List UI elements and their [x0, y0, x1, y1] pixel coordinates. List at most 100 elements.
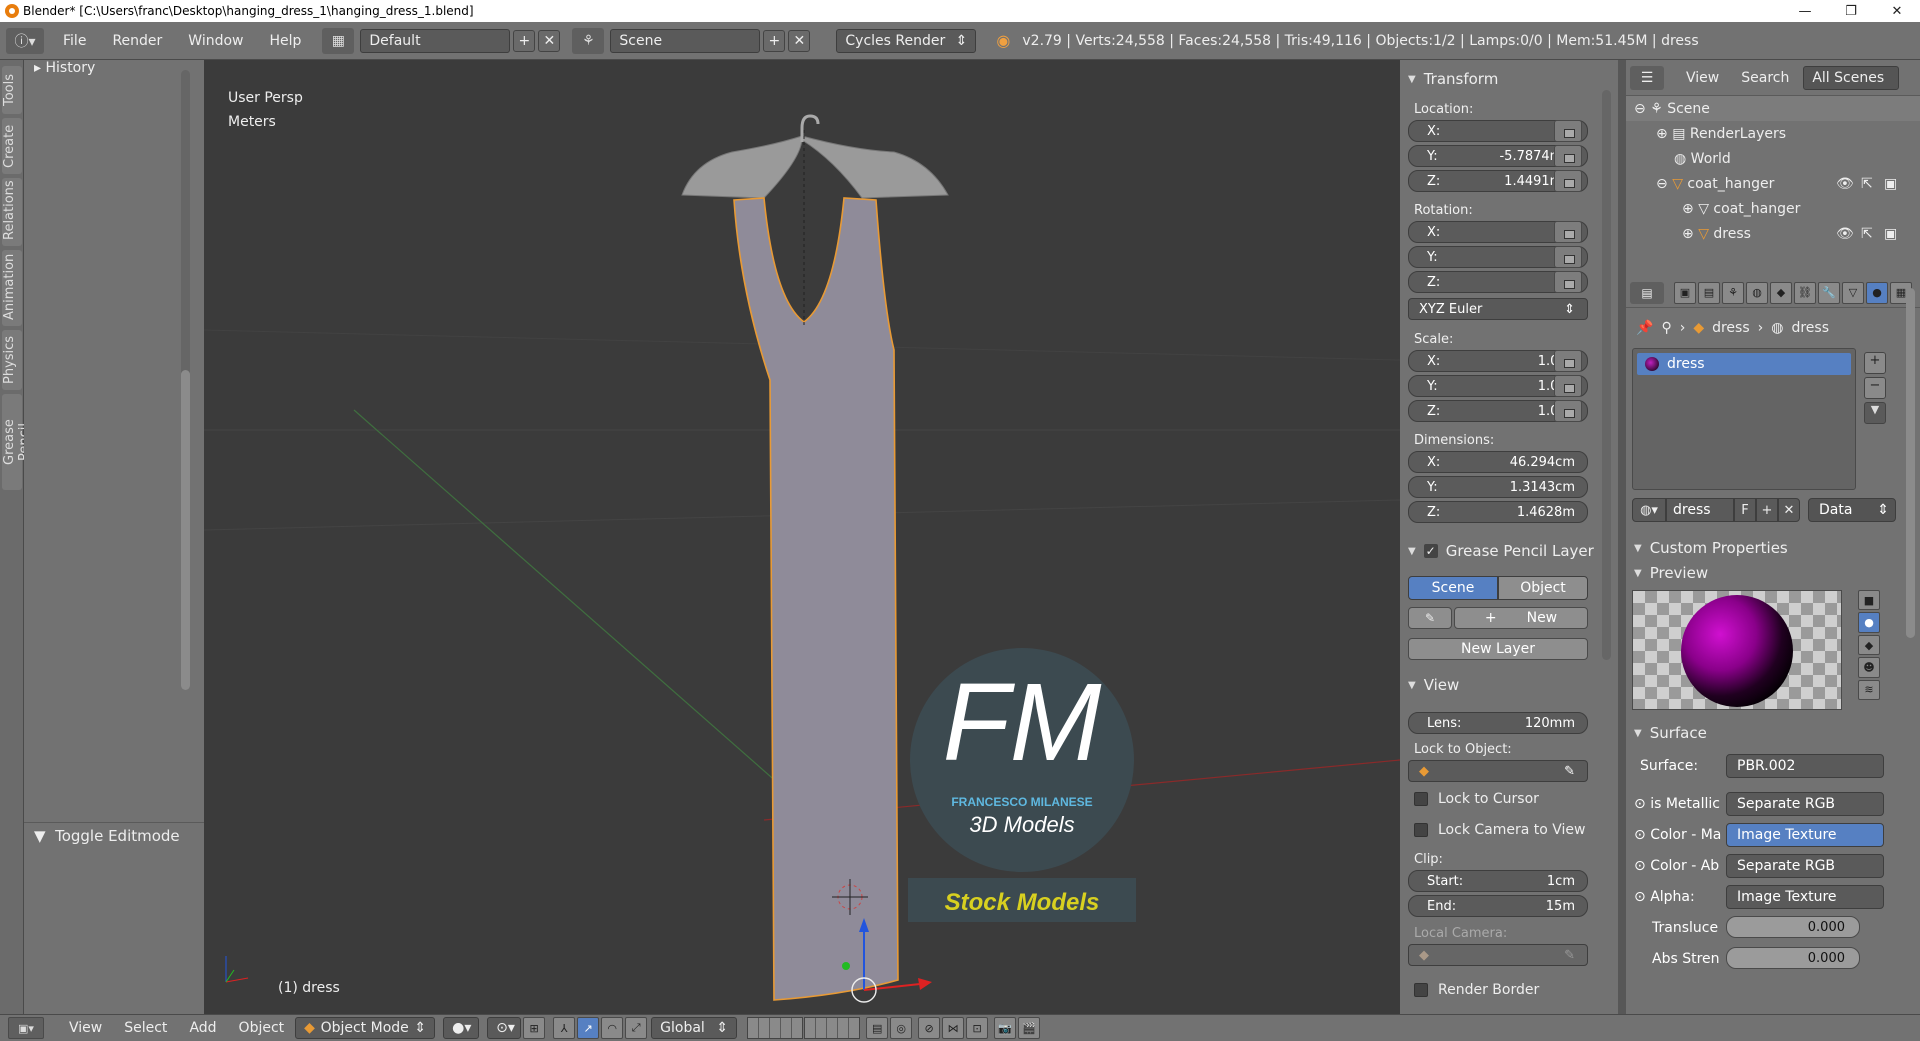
opengl-anim-icon[interactable]: 🎬: [1018, 1017, 1041, 1039]
abs-strength-slider[interactable]: 0.000: [1726, 947, 1860, 969]
render-camera-icon[interactable]: ▣: [1884, 226, 1897, 242]
preview-cube-icon[interactable]: ◆: [1858, 634, 1880, 656]
preview-monkey-icon[interactable]: ☻: [1858, 657, 1880, 678]
layers-grid[interactable]: [747, 1017, 861, 1039]
render-tab-icon[interactable]: ▣: [1674, 281, 1696, 304]
manipulator-toggle-icon[interactable]: ⊞: [523, 1017, 546, 1039]
render-layers-tab-icon[interactable]: ▤: [1698, 281, 1720, 304]
dress-mesh[interactable]: [733, 197, 899, 1001]
tab-tools[interactable]: Tools: [2, 66, 22, 114]
tab-grease-pencil[interactable]: Grease Pencil: [2, 394, 32, 490]
tool-shelf-scroll-thumb[interactable]: [181, 370, 190, 690]
transform-orientation-select[interactable]: Global ⇕: [651, 1017, 738, 1039]
preview-flat-icon[interactable]: ■: [1858, 590, 1880, 611]
editor-type-info-icon[interactable]: ⓘ▾: [6, 27, 44, 54]
lens-field[interactable]: Lens: 120mm: [1408, 712, 1588, 734]
outliner-row-coat-hanger[interactable]: ⊖ ▽ coat_hanger 👁 ⇱ ▣: [1626, 171, 1920, 196]
local-camera-field[interactable]: ◆ ✎: [1408, 944, 1588, 966]
clip-start-field[interactable]: Start: 1cm: [1408, 870, 1588, 892]
lock-icon[interactable]: [1554, 120, 1582, 142]
3d-viewport[interactable]: FM FRANCESCO MILANESE 3D Models Stock Mo…: [204, 60, 1400, 1014]
render-camera-icon[interactable]: ▣: [1884, 176, 1897, 192]
tab-relations[interactable]: Relations: [2, 178, 22, 246]
input-socket-select[interactable]: Image Texture: [1726, 885, 1884, 909]
close-button[interactable]: ✕: [1874, 0, 1920, 22]
lock-icon[interactable]: [1554, 375, 1582, 397]
link-select[interactable]: Data ⇕: [1808, 498, 1896, 522]
data-tab-icon[interactable]: ▽: [1842, 281, 1864, 304]
view-panel-header[interactable]: View: [1408, 676, 1460, 694]
snap-target-icon[interactable]: ⊡: [966, 1017, 989, 1039]
new-material-button[interactable]: +: [1756, 498, 1778, 522]
outliner-row-scene[interactable]: ⊖ ⚘ Scene: [1626, 96, 1920, 121]
lock-icon[interactable]: [1554, 350, 1582, 372]
snap-icon[interactable]: ⊘: [918, 1017, 941, 1039]
input-socket-select[interactable]: Separate RGB: [1726, 792, 1884, 816]
browse-material-icon[interactable]: ◍▾: [1632, 498, 1666, 522]
lock-icon[interactable]: [1554, 271, 1582, 293]
material-slots-list[interactable]: dress: [1632, 348, 1856, 490]
new-layer-button[interactable]: New Layer: [1408, 638, 1588, 660]
material-id-field[interactable]: ◍▾ dress F + ✕: [1632, 498, 1800, 522]
transform-panel-header[interactable]: Transform: [1408, 70, 1499, 88]
menu-view[interactable]: View: [58, 1020, 113, 1036]
lock-icon[interactable]: [1554, 246, 1582, 268]
editor-type-outliner-icon[interactable]: ☰: [1630, 65, 1664, 90]
gp-object-toggle[interactable]: Object: [1498, 576, 1588, 600]
select-cursor-icon[interactable]: ⇱: [1861, 176, 1873, 192]
lock-icon[interactable]: [1554, 400, 1582, 422]
modifiers-tab-icon[interactable]: 🔧: [1818, 281, 1840, 304]
menu-object[interactable]: Object: [228, 1020, 296, 1036]
rotate-manipulator-icon[interactable]: ◠: [601, 1017, 624, 1039]
input-socket-select[interactable]: Separate RGB: [1726, 854, 1884, 878]
gp-checkbox[interactable]: ✓: [1423, 544, 1438, 558]
snap-element-icon[interactable]: ⋈: [942, 1017, 965, 1039]
add-scene-button[interactable]: +: [763, 29, 786, 52]
slot-specials-button[interactable]: ▼: [1864, 402, 1886, 424]
menu-help[interactable]: Help: [256, 33, 314, 49]
material-slot-row[interactable]: dress: [1637, 353, 1851, 375]
object-tab-icon[interactable]: ◆: [1770, 281, 1792, 304]
mode-select[interactable]: ◆ Object Mode ⇕: [295, 1017, 436, 1039]
gp-new-button[interactable]: + New: [1454, 607, 1588, 629]
visibility-eye-icon[interactable]: 👁: [1836, 226, 1854, 242]
outliner-row-renderlayers[interactable]: ⊕ ▤ RenderLayers: [1626, 121, 1920, 146]
custom-properties-header[interactable]: Custom Properties: [1634, 539, 1788, 557]
material-tab-icon[interactable]: ●: [1866, 281, 1888, 304]
tab-physics[interactable]: Physics: [2, 330, 22, 390]
pivot-select[interactable]: ⊙▾: [487, 1017, 522, 1039]
history-panel-header[interactable]: ▸ History: [34, 60, 95, 76]
minimize-button[interactable]: —: [1782, 0, 1828, 22]
opengl-render-icon[interactable]: 📷: [994, 1017, 1017, 1039]
visibility-eye-icon[interactable]: 👁: [1836, 176, 1854, 192]
add-layout-button[interactable]: +: [513, 29, 536, 52]
outliner-row-world[interactable]: ◍ World: [1626, 146, 1920, 171]
layer-buttons[interactable]: [747, 1017, 804, 1039]
editor-type-3dview-icon[interactable]: ▣▾: [8, 1017, 44, 1039]
outliner-filter-select[interactable]: All Scenes: [1803, 65, 1900, 90]
outliner-view-menu[interactable]: View: [1674, 70, 1731, 86]
properties-scrollbar[interactable]: [1906, 288, 1915, 638]
scene-icon[interactable]: ⚘: [572, 27, 605, 54]
remove-scene-button[interactable]: ✕: [788, 29, 811, 52]
tab-create[interactable]: Create: [2, 118, 22, 174]
material-name-field[interactable]: dress: [1666, 498, 1734, 522]
pencil-icon[interactable]: ✎: [1408, 607, 1452, 629]
menu-add[interactable]: Add: [178, 1020, 227, 1036]
toggle-editmode-panel[interactable]: ▼ Toggle Editmode: [24, 822, 204, 848]
lock-icon[interactable]: [1554, 221, 1582, 243]
dimension-x-field[interactable]: X: 46.294cm: [1408, 451, 1588, 473]
maximize-button[interactable]: ❐: [1828, 0, 1874, 22]
world-tab-icon[interactable]: ◍: [1746, 281, 1768, 304]
preview-panel-header[interactable]: Preview: [1634, 564, 1708, 582]
preview-hair-icon[interactable]: ≋: [1858, 679, 1880, 701]
menu-window[interactable]: Window: [175, 33, 256, 49]
render-border-checkbox[interactable]: Render Border: [1414, 982, 1539, 998]
pin-icon[interactable]: 📌: [1636, 320, 1653, 336]
coat-hanger[interactable]: [681, 135, 949, 199]
grease-pencil-panel-header[interactable]: ✓ Grease Pencil Layer: [1408, 542, 1594, 560]
dimension-z-field[interactable]: Z: 1.4628m: [1408, 501, 1588, 523]
remove-layout-button[interactable]: ✕: [538, 29, 561, 52]
tab-animation[interactable]: Animation: [2, 250, 22, 326]
menu-render[interactable]: Render: [99, 33, 175, 49]
